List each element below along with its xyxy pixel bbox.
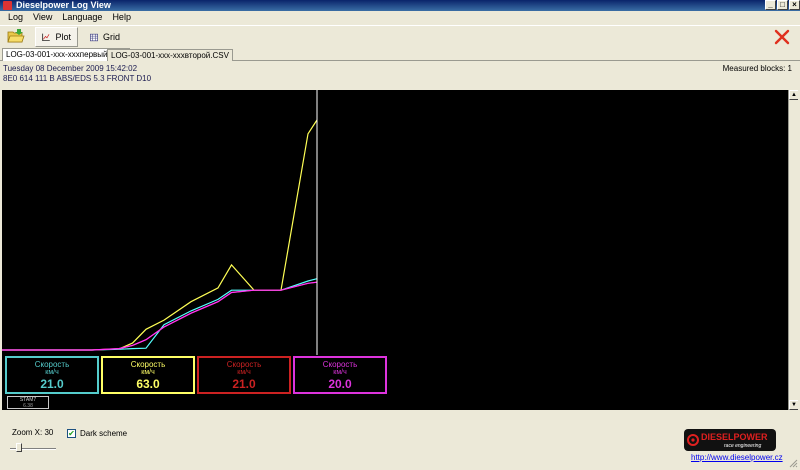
dark-scheme-checkbox[interactable]: ✔ [67,429,76,438]
stat-box: STAM7 6.38 [7,396,49,409]
bottom-panel: Zoom X: 30 ✔ Dark scheme DIESELPOWER rac… [0,412,800,470]
plot-icon [42,33,50,41]
gauge-speed-1: Скорость км/ч 21.0 [5,356,99,394]
menu-view[interactable]: View [28,11,57,24]
gauge-title: Скорость [322,360,358,369]
menu-help[interactable]: Help [107,11,136,24]
gauge-value: 20.0 [328,377,352,391]
vertical-scrollbar[interactable]: ▲ ▼ [788,90,798,410]
gauge-unit: км/ч [237,369,251,376]
gauge-title: Скорость [130,360,166,369]
gauge-speed-3: Скорость км/ч 21.0 [197,356,291,394]
zoom-label: Zoom X: 30 [12,428,54,437]
plot-label: Plot [55,32,71,42]
menu-log[interactable]: Log [3,11,28,24]
zoom-slider[interactable] [10,440,56,452]
series-line-3 [2,281,318,351]
minimize-button[interactable]: _ [765,0,776,10]
gauge-title: Скорость [226,360,262,369]
title-bar: Dieselpower Log View _ □ × [0,0,800,11]
gauge-speed-4: Скорость км/ч 20.0 [293,356,387,394]
scroll-up-icon[interactable]: ▲ [789,90,798,100]
file-tabs: LOG-03-001-xxx-xxxпервый.CSV LOG-03-001-… [0,48,800,61]
tab-file-2[interactable]: LOG-03-001-xxx-xxxвторой.CSV [107,49,233,61]
gauge-title: Скорость [34,360,70,369]
open-folder-icon[interactable] [7,28,25,44]
scroll-down-icon[interactable]: ▼ [789,400,798,410]
series-line-1 [2,119,318,351]
series-line-2 [2,278,318,351]
gauge-value: 63.0 [136,377,160,391]
window-title: Dieselpower Log View [16,0,111,10]
gauge-unit: км/ч [141,369,155,376]
gauge-unit: км/ч [45,369,59,376]
resize-grip-icon[interactable] [788,458,798,468]
series-line-4 [2,281,318,351]
dark-scheme-label: Dark scheme [80,429,128,438]
menu-bar: Log View Language Help [0,11,800,24]
website-link[interactable]: http://www.dieselpower.cz [691,453,783,462]
close-log-icon[interactable] [774,29,790,45]
plot-button[interactable]: Plot [35,27,78,47]
measured-blocks: Measured blocks: 1 [722,64,792,73]
stat-value: 6.38 [23,403,33,409]
gauge-value: 21.0 [40,377,64,391]
gauge-value: 21.0 [232,377,256,391]
close-window-button[interactable]: × [789,0,800,10]
maximize-button[interactable]: □ [777,0,788,10]
dieselpower-logo: DIESELPOWER race engineering [684,429,776,451]
app-icon [3,1,12,10]
dark-scheme-option[interactable]: ✔ Dark scheme [67,429,127,438]
log-date: Tuesday 08 December 2009 15:42:02 [3,64,138,73]
logo-subtext: race engineering [724,443,761,449]
window-controls: _ □ × [764,0,800,11]
logo-text: DIESELPOWER [701,432,768,442]
app-window: Dieselpower Log View _ □ × Log View Lang… [0,0,800,470]
grid-button[interactable]: Grid [84,27,126,47]
toolbar: Plot Grid [0,25,800,47]
grid-icon [90,33,98,41]
grid-label: Grid [102,32,120,42]
zoom-thumb[interactable] [16,443,22,452]
gauge-unit: км/ч [333,369,347,376]
ecu-info: 8E0 614 111 B ABS/EDS 5.3 FRONT D10 [3,74,152,83]
menu-language[interactable]: Language [57,11,107,24]
gauge-speed-2: Скорость км/ч 63.0 [101,356,195,394]
